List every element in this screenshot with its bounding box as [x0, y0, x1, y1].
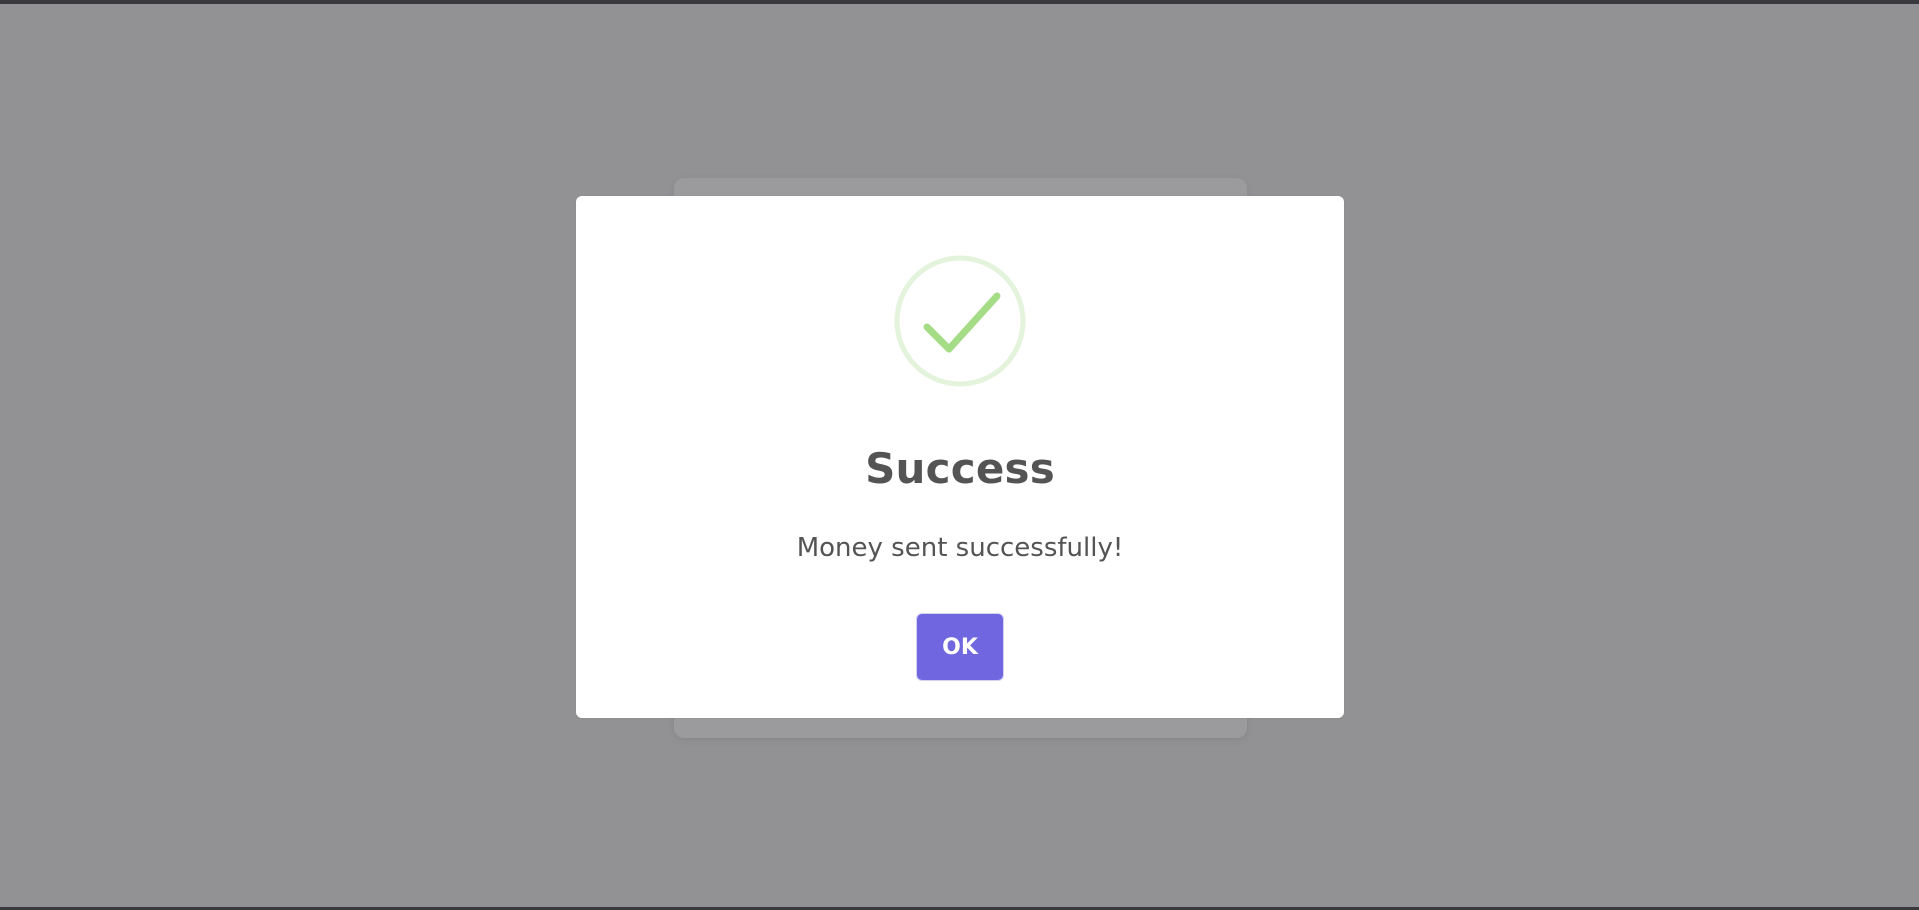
dialog-title: Success [865, 444, 1055, 493]
success-check-icon [894, 255, 1026, 387]
success-dialog: Success Money sent successfully! OK [576, 196, 1344, 718]
window-top-edge [0, 0, 1919, 4]
ok-button[interactable]: OK [917, 614, 1003, 680]
dialog-message: Money sent successfully! [796, 533, 1124, 563]
